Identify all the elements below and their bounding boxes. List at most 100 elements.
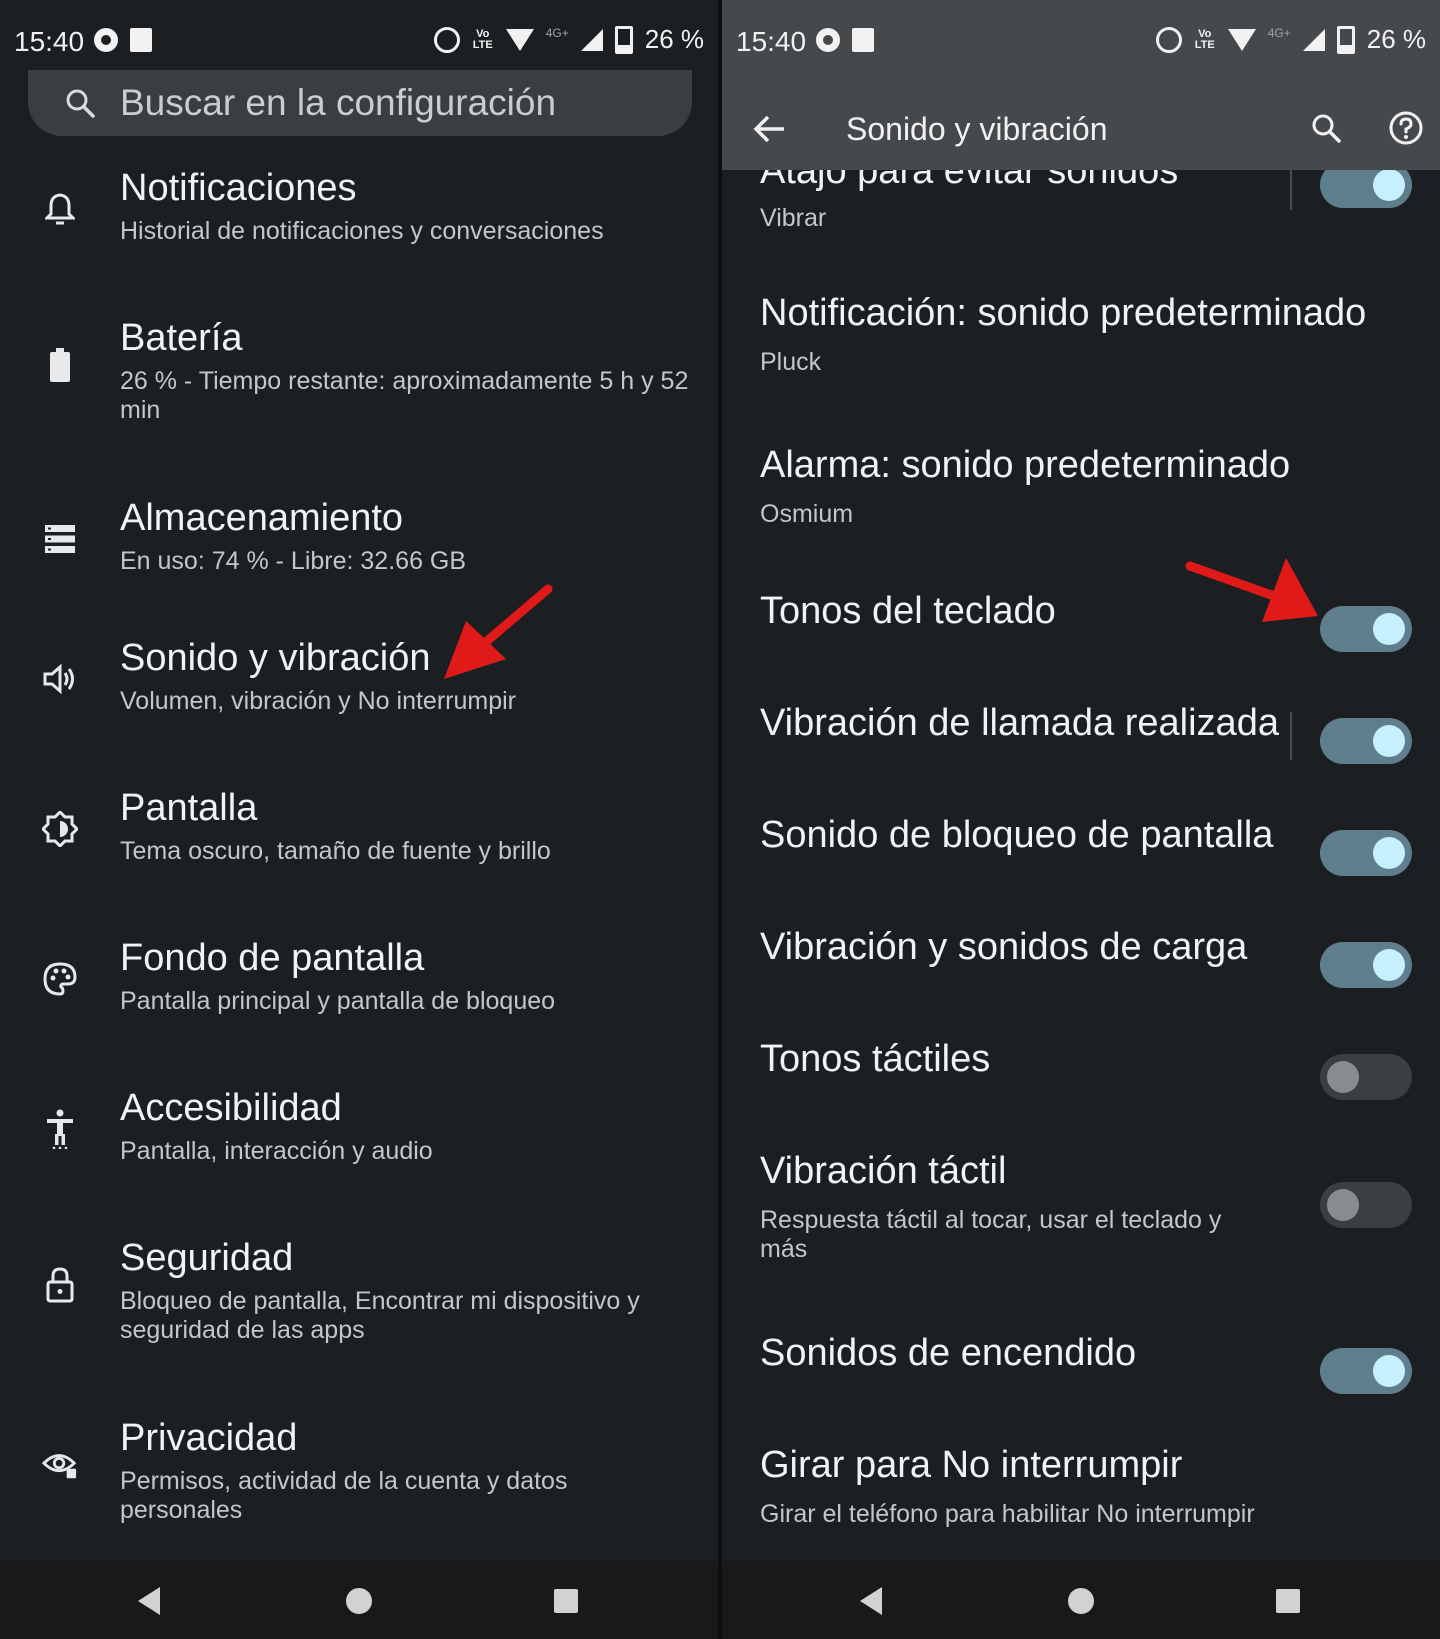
nav-recents-icon[interactable]: [554, 1589, 578, 1613]
notification-app-icon: [852, 28, 874, 52]
network-type-label: 4G+: [545, 25, 569, 40]
lock-icon: [42, 1267, 78, 1303]
settings-item[interactable]: Almacenamiento En uso: 74 % - Libre: 32.6…: [0, 495, 718, 576]
accessibility-icon: [42, 1109, 78, 1149]
sound-setting-subtitle: Osmium: [760, 500, 854, 528]
settings-item-subtitle: En uso: 74 % - Libre: 32.66 GB: [120, 547, 467, 575]
settings-item-title: Accesibilidad: [120, 1087, 342, 1129]
battery-percent: 26 %: [644, 24, 704, 54]
toggle-switch[interactable]: [1320, 1348, 1412, 1394]
toggle-knob: [1373, 725, 1405, 757]
toggle-knob: [1327, 1061, 1359, 1093]
sync-icon: [94, 28, 118, 52]
alarm-icon: [433, 26, 460, 53]
nav-home-icon[interactable]: [346, 1588, 372, 1614]
sound-setting-title: Notificación: sonido predeterminado: [760, 292, 1367, 334]
toggle-switch[interactable]: [1320, 718, 1412, 764]
back-arrow-icon[interactable]: [746, 106, 792, 152]
settings-item[interactable]: Privacidad Permisos, actividad de la cuen…: [0, 1415, 718, 1525]
search-icon[interactable]: [1302, 104, 1350, 152]
settings-item-title: Seguridad: [120, 1237, 294, 1279]
sound-setting-title: Alarma: sonido predeterminado: [760, 444, 1291, 486]
settings-item[interactable]: Accesibilidad Pantalla, interacción y aud…: [0, 1085, 718, 1166]
sound-setting-title: Vibración táctil: [760, 1150, 1007, 1192]
settings-item-subtitle: Tema oscuro, tamaño de fuente y brillo: [120, 837, 551, 865]
toggle-switch[interactable]: [1320, 830, 1412, 876]
settings-item[interactable]: Pantalla Tema oscuro, tamaño de fuente y …: [0, 785, 718, 866]
sound-setting-subtitle: Pluck: [760, 348, 822, 376]
settings-item-title: Sonido y vibración: [120, 637, 431, 679]
bell-icon: [42, 191, 78, 227]
settings-item-title: Batería: [120, 317, 243, 359]
sound-setting-title: Vibración y sonidos de carga: [760, 926, 1248, 968]
settings-item-title: Privacidad: [120, 1417, 298, 1459]
settings-item[interactable]: Batería 26 % - Tiempo restante: aproximad…: [0, 315, 718, 425]
screenshot-pair: 15:40 Vo LTE 4G+ 26 % Notificaciones Hist…: [0, 0, 1440, 1639]
settings-item[interactable]: Sonido y vibración Volumen, vibración y N…: [0, 635, 718, 716]
settings-screen: 15:40 Vo LTE 4G+ 26 % Notificaciones Hist…: [0, 0, 718, 1639]
settings-item-title: Notificaciones: [120, 167, 357, 209]
toggle-switch[interactable]: [1320, 606, 1412, 652]
search-bar[interactable]: [28, 70, 692, 136]
help-icon[interactable]: [1382, 104, 1430, 152]
nav-home-icon[interactable]: [1068, 1588, 1094, 1614]
settings-item-subtitle: Bloqueo de pantalla, Encontrar mi dispos…: [120, 1287, 640, 1344]
settings-item-subtitle: Historial de notificaciones y conversaci…: [120, 217, 604, 245]
battery-icon: [42, 347, 78, 383]
settings-item-subtitle: Pantalla principal y pantalla de bloqueo: [120, 987, 556, 1015]
settings-item[interactable]: Seguridad Bloqueo de pantalla, Encontrar …: [0, 1235, 718, 1345]
settings-item-subtitle: Volumen, vibración y No interrumpir: [120, 687, 516, 715]
status-time: 15:40: [14, 26, 85, 57]
sound-setting-title: Vibración de llamada realizada: [760, 702, 1279, 744]
navigation-bar: [0, 1561, 718, 1639]
nav-back-icon[interactable]: [138, 1587, 160, 1615]
search-input[interactable]: [118, 81, 662, 125]
status-time: 15:40: [736, 26, 807, 57]
sound-setting-title: Tonos táctiles: [760, 1038, 991, 1080]
page-title: Sonido y vibración: [846, 111, 1108, 147]
notification-app-icon: [130, 28, 152, 52]
sound-setting-title: Sonidos de encendido: [760, 1332, 1137, 1374]
toggle-switch[interactable]: [1320, 1054, 1412, 1100]
wifi-icon: [1227, 28, 1256, 51]
palette-icon: [42, 961, 78, 997]
sound-setting-title: Tonos del teclado: [760, 590, 1056, 632]
signal-icon: [580, 28, 603, 51]
navigation-bar: [722, 1561, 1440, 1639]
toggle-knob: [1373, 837, 1405, 869]
app-bar: Sonido y vibración: [722, 88, 1440, 170]
settings-item[interactable]: Fondo de pantalla Pantalla principal y pa…: [0, 935, 718, 1016]
battery-status-icon: [1336, 25, 1355, 54]
vertical-separator: [1290, 170, 1292, 210]
settings-item[interactable]: Notificaciones Historial de notificacione…: [0, 165, 718, 246]
annotation-arrow: [1185, 558, 1318, 622]
wifi-icon: [505, 28, 534, 51]
network-type-label: 4G+: [1267, 25, 1291, 40]
volume-icon: [42, 661, 78, 697]
vertical-separator: [1290, 712, 1292, 760]
brightness-icon: [42, 811, 78, 847]
sound-setting-subtitle: Girar el teléfono para habilitar No inte…: [760, 1500, 1255, 1528]
sound-settings-screen: Atajo para evitar sonidos Vibrar Notificac…: [722, 0, 1440, 1639]
privacy-eye-icon: [42, 1447, 78, 1483]
settings-item-title: Fondo de pantalla: [120, 937, 425, 979]
nav-recents-icon[interactable]: [1276, 1589, 1300, 1613]
nav-back-icon[interactable]: [860, 1587, 882, 1615]
settings-item-title: Almacenamiento: [120, 497, 404, 539]
sync-icon: [816, 28, 840, 52]
toggle-switch[interactable]: [1320, 1182, 1412, 1228]
toggle-switch[interactable]: [1320, 942, 1412, 988]
settings-item-title: Pantalla: [120, 787, 258, 829]
toggle-knob: [1327, 1189, 1359, 1221]
volte-icon: Vo LTE: [1194, 27, 1215, 51]
settings-item-subtitle: 26 % - Tiempo restante: aproximadamente …: [120, 367, 689, 424]
sound-setting-subtitle: Respuesta táctil al tocar, usar el tecla…: [760, 1206, 1222, 1263]
toggle-knob: [1373, 169, 1405, 201]
battery-percent: 26 %: [1366, 24, 1426, 54]
sound-setting-title: Sonido de bloqueo de pantalla: [760, 814, 1274, 856]
settings-item-subtitle: Pantalla, interacción y audio: [120, 1137, 433, 1165]
toggle-knob: [1373, 613, 1405, 645]
search-icon: [64, 87, 96, 119]
sound-setting-subtitle: Vibrar: [760, 204, 827, 232]
alarm-icon: [1155, 26, 1182, 53]
